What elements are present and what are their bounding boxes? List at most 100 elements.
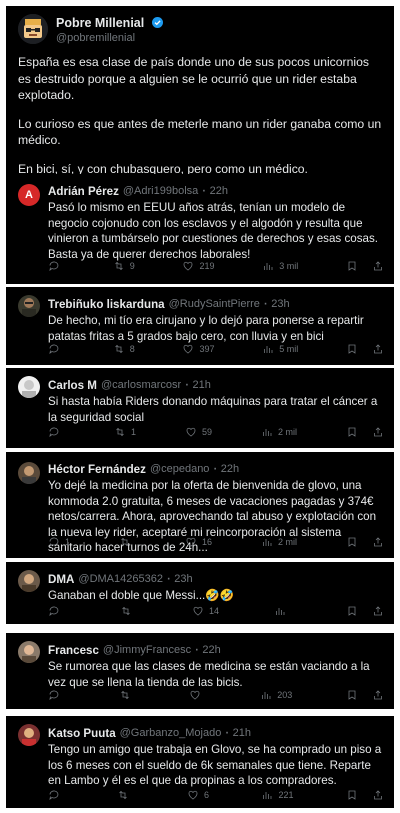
main-tweet-header: Pobre Millenial @pobremillenial bbox=[18, 14, 382, 44]
author-handle[interactable]: @Adri199bolsa bbox=[123, 185, 198, 197]
views-button[interactable]: 2 mil bbox=[261, 536, 297, 548]
action-bar: 1 59 2 mil bbox=[48, 426, 384, 438]
reply-button[interactable] bbox=[48, 343, 65, 355]
heart-icon bbox=[188, 790, 198, 800]
avatar[interactable] bbox=[18, 724, 40, 746]
share-icon[interactable] bbox=[372, 343, 384, 355]
timestamp[interactable]: 22h bbox=[210, 185, 228, 197]
bookmark-icon[interactable] bbox=[346, 689, 358, 701]
author-handle[interactable]: @cepedano bbox=[150, 463, 210, 475]
author-name[interactable]: Pobre Millenial bbox=[56, 16, 144, 30]
share-icon[interactable] bbox=[372, 536, 384, 548]
reply-tweet[interactable]: DMA @DMA14265362 · 23h Ganaban el doble … bbox=[6, 562, 394, 624]
reply-tweet[interactable]: Francesc @JimmyFrancesc · 22h Se rumorea… bbox=[6, 633, 394, 709]
author-name[interactable]: Trebiñuko liskarduna bbox=[48, 298, 165, 311]
avatar[interactable] bbox=[18, 462, 40, 484]
tweet-text: Pasó lo mismo en EEUU años atrás, tenían… bbox=[48, 201, 378, 261]
timestamp[interactable]: 23h bbox=[271, 298, 289, 310]
retweet-button[interactable] bbox=[119, 536, 136, 548]
views-button[interactable]: 5 mil bbox=[262, 343, 298, 355]
share-icon[interactable] bbox=[372, 689, 384, 701]
reply-tweet[interactable]: Katso Puuta @Garbanzo_Mojado · 21h Tengo… bbox=[6, 716, 394, 808]
heart-icon bbox=[193, 606, 203, 616]
reply-icon bbox=[49, 344, 59, 354]
timestamp[interactable]: 22h bbox=[202, 644, 220, 656]
avatar[interactable] bbox=[18, 570, 40, 592]
avatar[interactable] bbox=[18, 295, 40, 317]
like-button[interactable]: 6 bbox=[187, 789, 209, 801]
retweet-button[interactable]: 9 bbox=[113, 260, 135, 272]
author-name[interactable]: Héctor Fernández bbox=[48, 463, 146, 476]
like-button[interactable]: 397 bbox=[182, 343, 215, 355]
retweet-button[interactable] bbox=[120, 605, 137, 617]
retweet-button[interactable]: 1 bbox=[114, 426, 136, 438]
tweet-text: Se rumorea que las clases de medicina se… bbox=[48, 660, 370, 689]
author-handle[interactable]: @carlosmarcosr bbox=[101, 379, 181, 391]
bookmark-icon[interactable] bbox=[346, 426, 358, 438]
views-button[interactable]: 3 mil bbox=[262, 260, 298, 272]
retweet-button[interactable] bbox=[117, 789, 134, 801]
like-button[interactable] bbox=[189, 689, 206, 701]
reply-button[interactable] bbox=[48, 605, 65, 617]
views-button[interactable]: 203 bbox=[260, 689, 292, 701]
share-icon[interactable] bbox=[372, 260, 384, 272]
reply-button[interactable]: 1 bbox=[48, 536, 70, 548]
share-icon[interactable] bbox=[372, 789, 384, 801]
reply-button[interactable] bbox=[48, 689, 65, 701]
bookmark-icon[interactable] bbox=[346, 789, 358, 801]
reply-button[interactable] bbox=[48, 426, 65, 438]
author-name[interactable]: Francesc bbox=[48, 644, 99, 657]
reply-icon bbox=[49, 427, 59, 437]
views-button[interactable]: 221 bbox=[261, 789, 294, 801]
views-button[interactable] bbox=[274, 605, 291, 617]
share-icon[interactable] bbox=[372, 426, 384, 438]
author-handle[interactable]: @pobremillenial bbox=[56, 32, 163, 44]
main-tweet: Pobre Millenial @pobremillenial España e… bbox=[6, 6, 394, 177]
timestamp[interactable]: 23h bbox=[174, 573, 192, 585]
author-handle[interactable]: @DMA14265362 bbox=[78, 573, 163, 585]
heart-icon bbox=[184, 344, 193, 354]
reply-button[interactable] bbox=[48, 260, 65, 272]
author-handle[interactable]: @RudySaintPierre bbox=[169, 298, 260, 310]
retweet-button[interactable]: 8 bbox=[113, 343, 135, 355]
avatar[interactable] bbox=[18, 14, 48, 44]
tweet-paragraph: Lo curioso es que antes de meterle mano … bbox=[18, 116, 382, 148]
avatar[interactable] bbox=[18, 376, 40, 398]
avatar[interactable] bbox=[18, 641, 40, 663]
timestamp[interactable]: 21h bbox=[193, 379, 211, 391]
like-button[interactable]: 16 bbox=[185, 536, 212, 548]
reply-button[interactable] bbox=[48, 789, 65, 801]
views-icon bbox=[262, 692, 271, 699]
heart-icon bbox=[186, 537, 196, 547]
action-bar: 6 221 bbox=[48, 789, 384, 801]
views-button[interactable]: 2 mil bbox=[261, 426, 297, 438]
author-name[interactable]: Adrián Pérez bbox=[48, 185, 119, 198]
bookmark-icon[interactable] bbox=[346, 605, 358, 617]
reply-tweet[interactable]: Trebiñuko liskarduna @RudySaintPierre · … bbox=[6, 287, 394, 365]
timestamp[interactable]: 21h bbox=[233, 727, 251, 739]
reply-icon bbox=[49, 261, 59, 271]
bookmark-icon[interactable] bbox=[346, 343, 358, 355]
author-name[interactable]: Katso Puuta bbox=[48, 727, 116, 740]
reply-tweet[interactable]: Carlos M @carlosmarcosr · 21h Si hasta h… bbox=[6, 368, 394, 448]
action-bar: 8 397 5 mil bbox=[48, 343, 384, 355]
like-button[interactable]: 59 bbox=[185, 426, 212, 438]
author-handle[interactable]: @Garbanzo_Mojado bbox=[120, 727, 222, 739]
like-button[interactable]: 14 bbox=[192, 605, 219, 617]
reply-tweet[interactable]: Héctor Fernández @cepedano · 22h Yo dejé… bbox=[6, 452, 394, 558]
author-handle[interactable]: @JimmyFrancesc bbox=[103, 644, 191, 656]
reply-tweet[interactable]: A Adrián Pérez @Adri199bolsa · 22h Pasó … bbox=[6, 174, 394, 284]
timestamp[interactable]: 22h bbox=[221, 463, 239, 475]
action-bar: 14 bbox=[48, 605, 384, 617]
bookmark-icon[interactable] bbox=[346, 536, 358, 548]
like-button[interactable]: 219 bbox=[182, 260, 215, 272]
retweet-button[interactable] bbox=[119, 689, 136, 701]
reply-icon bbox=[49, 537, 59, 547]
author-name[interactable]: DMA bbox=[48, 573, 74, 586]
avatar[interactable]: A bbox=[18, 184, 40, 206]
heart-icon bbox=[191, 690, 200, 700]
views-icon bbox=[276, 608, 285, 615]
share-icon[interactable] bbox=[372, 605, 384, 617]
author-name[interactable]: Carlos M bbox=[48, 379, 97, 392]
bookmark-icon[interactable] bbox=[346, 260, 358, 272]
